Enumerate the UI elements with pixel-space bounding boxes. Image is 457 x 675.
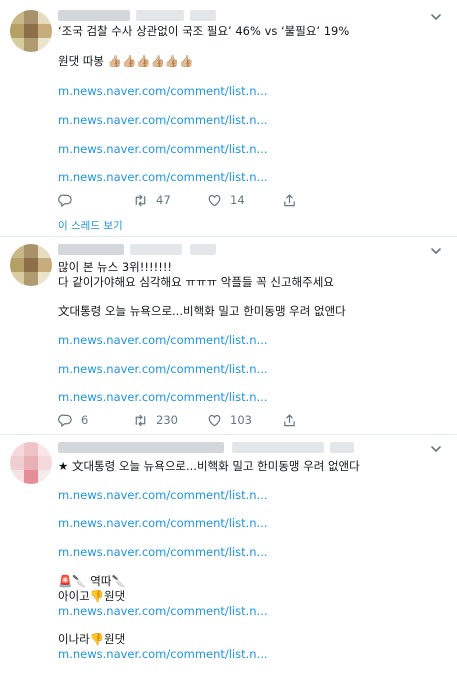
show-thread-link[interactable]: 이 스레드 보기 [58,218,123,233]
share-button[interactable] [282,191,297,209]
reply-icon [58,194,72,207]
like-count: 103 [230,413,252,427]
avatar-1[interactable] [10,10,52,52]
tweet-1[interactable]: ‘조국 검찰 수사 상관없이 국조 필요’ 46% vs ‘불필요’ 19% 원… [0,0,457,237]
caret-down-icon[interactable] [429,244,443,258]
like-button[interactable]: 14 [207,191,245,209]
timestamp [190,244,216,255]
tweet-text: 다 같이가야해요 심각해요 ㅠㅠㅠ 악플들 꼭 신고해주세요 [58,275,334,289]
caret-down-icon[interactable] [429,10,443,24]
tweet-text: 文대통령 오늘 뉴욕으로...비핵화 밀고 한미동맹 우려 없앤다 [58,304,346,318]
tweet-feed: ‘조국 검찰 수사 상관없이 국조 필요’ 46% vs ‘불필요’ 19% 원… [0,0,457,675]
tweet-text: 아이고👎원댓 [58,589,126,603]
retweet-icon [135,194,146,206]
tweet-2[interactable]: 많이 본 뉴스 3위!!!!!!! 다 같이가야해요 심각해요 ㅠㅠㅠ 악플들 … [0,236,457,435]
tweet-3[interactable]: ★ 文대통령 오늘 뉴욕으로...비핵화 밀고 한미동맹 우려 없앤다 m.ne… [0,434,457,675]
tweet-text: 많이 본 뉴스 3위!!!!!!! [58,260,173,274]
like-icon [208,194,221,206]
handle [232,442,324,453]
tweet-text: 이나라👎원댓 [58,632,126,646]
link[interactable]: m.news.naver.com/comment/list.n... [58,390,268,405]
tweet-text: ★ 文대통령 오늘 뉴욕으로...비핵화 밀고 한미동맹 우려 없앤다 [58,459,360,473]
tweet-text-line: 원댓 따봉 👍🏼👍🏼👍🏼👍🏼👍🏼👍🏼 [58,54,194,68]
link[interactable]: m.news.naver.com/comment/list.n... [58,84,268,99]
display-name[interactable] [58,244,124,255]
reply-icon [58,414,72,427]
handle [130,244,182,255]
link[interactable]: m.news.naver.com/comment/list.n... [58,545,268,560]
retweet-count: 230 [156,413,178,427]
timestamp [330,442,354,453]
display-name[interactable] [58,10,130,21]
display-name[interactable] [58,442,224,453]
like-button[interactable]: 103 [207,411,252,429]
retweet-count: 47 [156,193,171,207]
share-icon [284,193,295,206]
tweet-text: 🚨🔪 역따🔪 [58,574,126,588]
retweet-button[interactable]: 230 [133,411,178,429]
link[interactable]: m.news.naver.com/comment/list.n... [58,647,268,662]
reply-button[interactable] [58,191,73,209]
reply-count: 6 [81,413,89,427]
retweet-icon [135,414,146,426]
share-button[interactable] [282,411,297,429]
link[interactable]: m.news.naver.com/comment/list.n... [58,362,268,377]
link[interactable]: m.news.naver.com/comment/list.n... [58,142,268,157]
handle [136,10,184,21]
link[interactable]: m.news.naver.com/comment/list.n... [58,488,268,503]
link[interactable]: m.news.naver.com/comment/list.n... [58,604,268,619]
retweet-button[interactable]: 47 [133,191,171,209]
link[interactable]: m.news.naver.com/comment/list.n... [58,516,268,531]
avatar-3[interactable] [10,442,52,484]
tweet-text: 원댓 따봉 👍🏼👍🏼👍🏼👍🏼👍🏼👍🏼 [58,54,194,69]
like-count: 14 [230,193,245,207]
tweet-actions: 47 14 [58,191,318,209]
tweet-text: ‘조국 검찰 수사 상관없이 국조 필요’ 46% vs ‘불필요’ 19% [58,24,350,38]
caret-down-icon[interactable] [429,442,443,456]
link[interactable]: m.news.naver.com/comment/list.n... [58,113,268,128]
share-icon [284,413,295,426]
avatar-2[interactable] [10,244,52,286]
link[interactable]: m.news.naver.com/comment/list.n... [58,333,268,348]
tweet-actions: 6 230 103 [58,411,318,429]
reply-button[interactable]: 6 [58,411,88,429]
link[interactable]: m.news.naver.com/comment/list.n... [58,170,268,185]
timestamp [190,10,216,21]
like-icon [208,414,221,426]
